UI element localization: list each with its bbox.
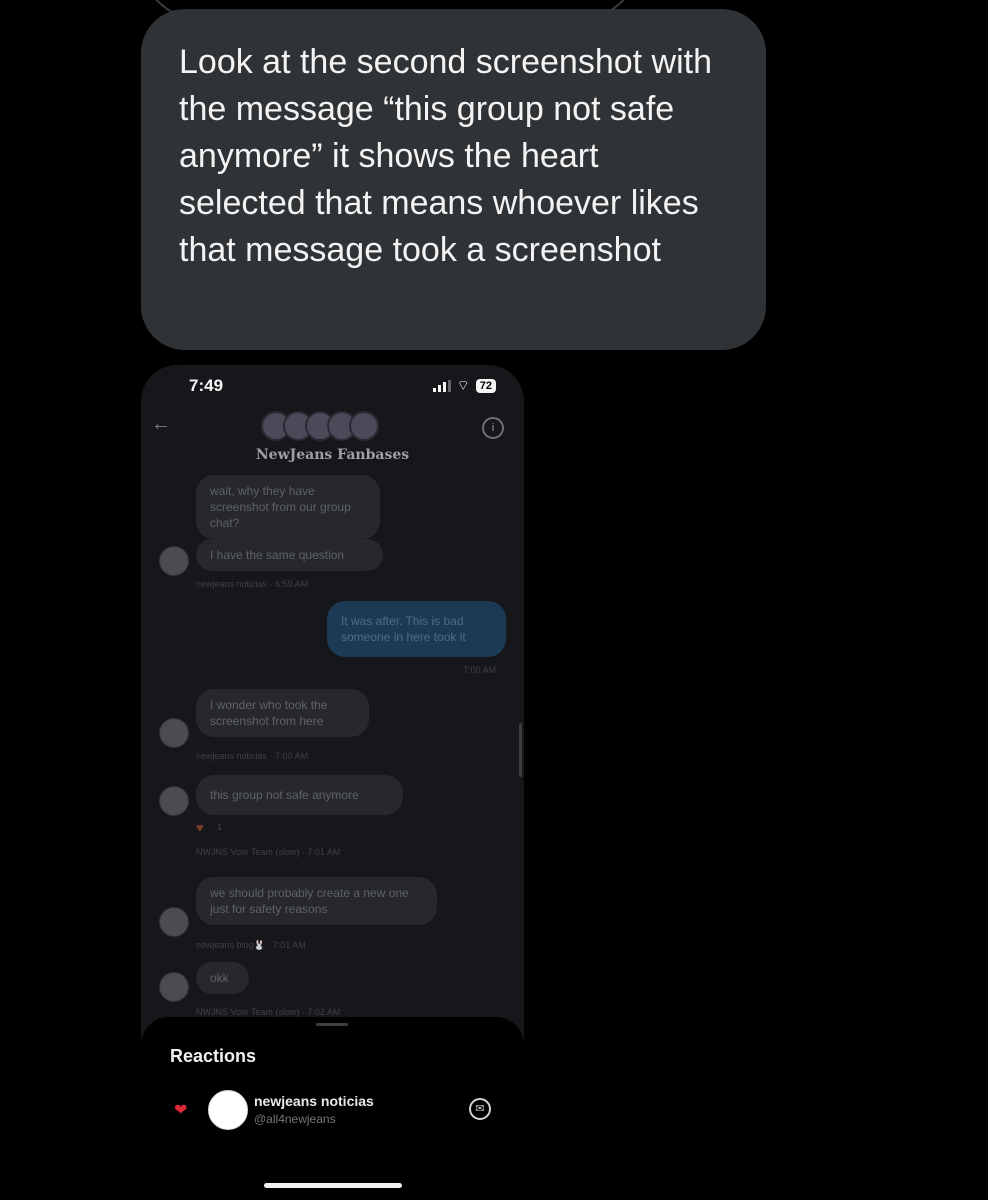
group-avatars: [261, 411, 379, 441]
avatar: [159, 907, 189, 937]
message-text: this group not safe anymore: [210, 788, 359, 802]
chat-message: I wonder who took the screenshot from he…: [196, 689, 369, 737]
battery-level: 72: [475, 379, 496, 393]
embedded-screenshot[interactable]: 7:49 ⌔ 72 ← i NewJeans Fanbases wait, wh…: [141, 365, 524, 1055]
chat-message: I have the same question: [196, 539, 383, 571]
chat-message: we should probably create a new one just…: [196, 877, 437, 925]
signal-icon: [432, 380, 451, 392]
scrollbar[interactable]: [519, 723, 522, 777]
heart-icon: ❤: [174, 1102, 188, 1119]
chat-message: this group not safe anymore: [196, 775, 403, 815]
message-text: we should probably create a new one just…: [210, 886, 409, 916]
reaction-count: 1: [217, 822, 223, 832]
reactions-sheet: Reactions ❤ newjeans noticias @all4newje…: [141, 1017, 524, 1200]
chat-message: wait, why they have screenshot from our …: [196, 475, 380, 539]
chat-title: NewJeans Fanbases: [255, 447, 410, 463]
message-meta: newjeans noticias · 7:00 AM: [196, 751, 309, 761]
message-text: It was after. This is bad someone in her…: [341, 614, 466, 644]
heart-icon: ♥: [196, 820, 204, 835]
wifi-icon: ⌔: [456, 377, 470, 393]
dm-message-bubble[interactable]: Look at the second screenshot with the m…: [141, 9, 766, 350]
message-text: wait, why they have screenshot from our …: [210, 484, 351, 530]
reactor-handle: @all4newjeans: [254, 1112, 336, 1126]
reactions-title: Reactions: [170, 1046, 257, 1066]
sheet-drag-handle[interactable]: [316, 1023, 348, 1026]
back-arrow-icon[interactable]: ←: [151, 413, 171, 436]
dm-message-text: Look at the second screenshot with the m…: [179, 43, 712, 269]
message-icon[interactable]: ✉: [469, 1098, 491, 1120]
group-member-avatar: [349, 411, 379, 441]
info-icon[interactable]: i: [482, 417, 504, 439]
message-meta: NWJNS Vote Team (slow) · 7:02 AM: [196, 1007, 341, 1017]
status-time: 7:49: [189, 376, 224, 395]
reactor-name[interactable]: newjeans noticias: [254, 1093, 374, 1109]
message-meta: NWJNS Vote Team (slow) · 7:01 AM: [196, 847, 341, 857]
message-meta: 7:00 AM: [463, 665, 497, 675]
status-icons: ⌔ 72: [432, 377, 496, 395]
chat-message: okk: [196, 962, 249, 994]
message-text: I have the same question: [210, 548, 345, 562]
chat-message-outgoing: It was after. This is bad someone in her…: [327, 601, 506, 657]
message-meta: newjeans blog🐰 · 7:01 AM: [196, 940, 306, 950]
message-text: okk: [210, 971, 229, 985]
avatar: [159, 972, 189, 1002]
message-text: I wonder who took the screenshot from he…: [210, 698, 328, 728]
reactor-avatar[interactable]: [208, 1090, 248, 1130]
avatar: [159, 546, 189, 576]
message-meta: newjeans noticias · 6:59 AM: [196, 579, 309, 589]
home-indicator[interactable]: [264, 1183, 402, 1188]
avatar: [159, 718, 189, 748]
avatar: [159, 786, 189, 816]
